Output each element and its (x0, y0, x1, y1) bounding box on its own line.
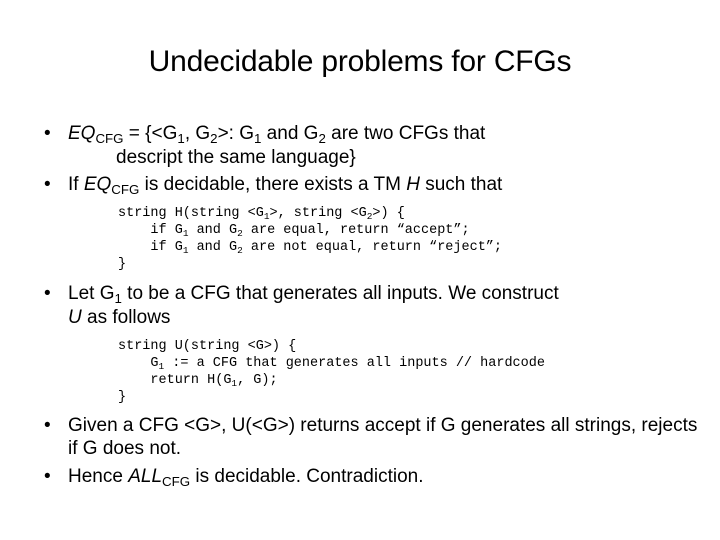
code-block-u: string U(string <G>) { G1 := a CFG that … (36, 338, 700, 406)
spacer-after-code-1 (36, 273, 700, 282)
b2-eqcfg-symbol: EQ (83, 174, 112, 195)
b5-all-symbol: ALL (128, 466, 163, 487)
bullet-5-text: Hence ALLCFG is decidable. Contradiction… (68, 465, 700, 489)
bullet-3-line-1: Let G1 to be a CFG that generates all in… (68, 282, 700, 306)
b3-u-symbol: U (68, 307, 82, 328)
b5-text-a: Hence (68, 466, 129, 487)
code1-l3-c: are not equal, return “reject”; (242, 240, 503, 255)
code2-l3-b: , G); (237, 373, 278, 388)
code-block-h: string H(string <G1>, string <G2>) { if … (36, 205, 700, 273)
b3-text-b: to be a CFG that generates all inputs. W… (121, 283, 559, 304)
code2-l2-b: := a CFG that generates all inputs // ha… (164, 356, 545, 371)
code1-l3-a: if G (118, 240, 183, 255)
bullet-3-line-2: U as follows (68, 306, 700, 329)
b1-sub-g2b: 2 (318, 130, 326, 146)
b3-sub-g1: 1 (114, 290, 122, 306)
bullet-item-tm-h: • If EQCFG is decidable, there exists a … (36, 173, 700, 197)
code2-l3-a: return H(G (118, 373, 232, 388)
b1-sub-g1b: 1 (254, 130, 262, 146)
code1-l2-a: if G (118, 223, 183, 238)
bullet-item-eqcfg-definition: • EQCFG = {<G1, G2>: G1 and G2 are two C… (36, 122, 700, 169)
spacer-after-code-2 (36, 406, 700, 414)
b3-text-c: as follows (81, 307, 171, 328)
code-line: string U(string <G>) { (118, 339, 297, 354)
code1-l1-c: >) { (372, 206, 405, 221)
code-line: if G1 and G2 are equal, return “accept”; (36, 222, 700, 239)
bullet-marker-icon: • (44, 123, 51, 144)
bullet-item-construct-u: • Let G1 to be a CFG that generates all … (36, 282, 700, 329)
code-line: G1 := a CFG that generates all inputs //… (36, 355, 700, 372)
code1-l3-sub1: 1 (182, 244, 189, 256)
code1-l3-b: and G (188, 240, 238, 255)
code1-l3-sub2: 2 (237, 244, 243, 256)
b2-text-a: If (68, 174, 84, 195)
code2-l2-sub1: 1 (158, 360, 165, 372)
code1-l1-sub1: 1 (263, 210, 270, 222)
b3-text-a: Let G (68, 283, 115, 304)
b5-all-subscript: CFG (162, 473, 191, 489)
code1-l2-b: and G (188, 223, 238, 238)
code-line-closing-brace: } (118, 257, 127, 272)
eqcfg-subscript: CFG (95, 130, 124, 146)
slide-canvas: Undecidable problems for CFGs • EQCFG = … (0, 0, 720, 540)
page-title: Undecidable problems for CFGs (148, 45, 572, 78)
code1-l1-a: string H(string <G (118, 206, 264, 221)
b2-h-symbol: H (406, 174, 420, 195)
bullet-marker-icon: • (44, 283, 51, 304)
bullet-2-line-1: If EQCFG is decidable, there exists a TM… (68, 173, 700, 197)
b2-text-b: is decidable, there exists a TM (139, 174, 407, 195)
b2-eqcfg-subscript: CFG (111, 181, 140, 197)
code2-l2-a: G (118, 356, 159, 371)
b1-text-e: are two CFGs that (325, 123, 486, 144)
eqcfg-symbol: EQ (68, 123, 96, 144)
code1-l1-sub2: 2 (366, 210, 373, 222)
spacer-before-code-2 (36, 329, 700, 338)
slide-body: • EQCFG = {<G1, G2>: G1 and G2 are two C… (36, 122, 700, 489)
code-line: return H(G1, G); (36, 372, 700, 389)
b1-text-b: , G (184, 123, 211, 144)
bullet-item-u-behavior: • Given a CFG <G>, U(<G>) returns accept… (36, 414, 700, 460)
bullet-4-text: Given a CFG <G>, U(<G>) returns accept i… (68, 415, 698, 459)
bullet-1-line-1: EQCFG = {<G1, G2>: G1 and G2 are two CFG… (68, 122, 700, 146)
code-line: if G1 and G2 are not equal, return “reje… (36, 239, 700, 256)
bullet-marker-icon: • (44, 174, 51, 195)
b1-sub-g2: 2 (210, 130, 218, 146)
bullet-item-contradiction: • Hence ALLCFG is decidable. Contradicti… (36, 465, 700, 489)
code1-l2-sub1: 1 (182, 227, 189, 239)
code2-l3-sub1: 1 (231, 377, 238, 389)
b5-text-b: is decidable. Contradiction. (190, 466, 424, 487)
code-line: string H(string <G1>, string <G2>) { (36, 205, 700, 222)
code1-l1-b: >, string <G (269, 206, 367, 221)
b1-text-a: = {<G (123, 123, 178, 144)
bullet-marker-icon: • (44, 466, 51, 487)
bullet-1-line-2: descript the same language} (116, 147, 356, 168)
b1-sub-g1: 1 (177, 130, 185, 146)
bullet-marker-icon: • (44, 415, 51, 436)
code-line-closing-brace: } (118, 390, 127, 405)
code1-l2-c: are equal, return “accept”; (242, 223, 470, 238)
b1-text-d: and G (261, 123, 319, 144)
spacer-before-code-1 (36, 197, 700, 205)
b2-text-c: such that (419, 174, 503, 195)
code1-l2-sub2: 2 (237, 227, 243, 239)
b1-text-c: >: G (217, 123, 254, 144)
